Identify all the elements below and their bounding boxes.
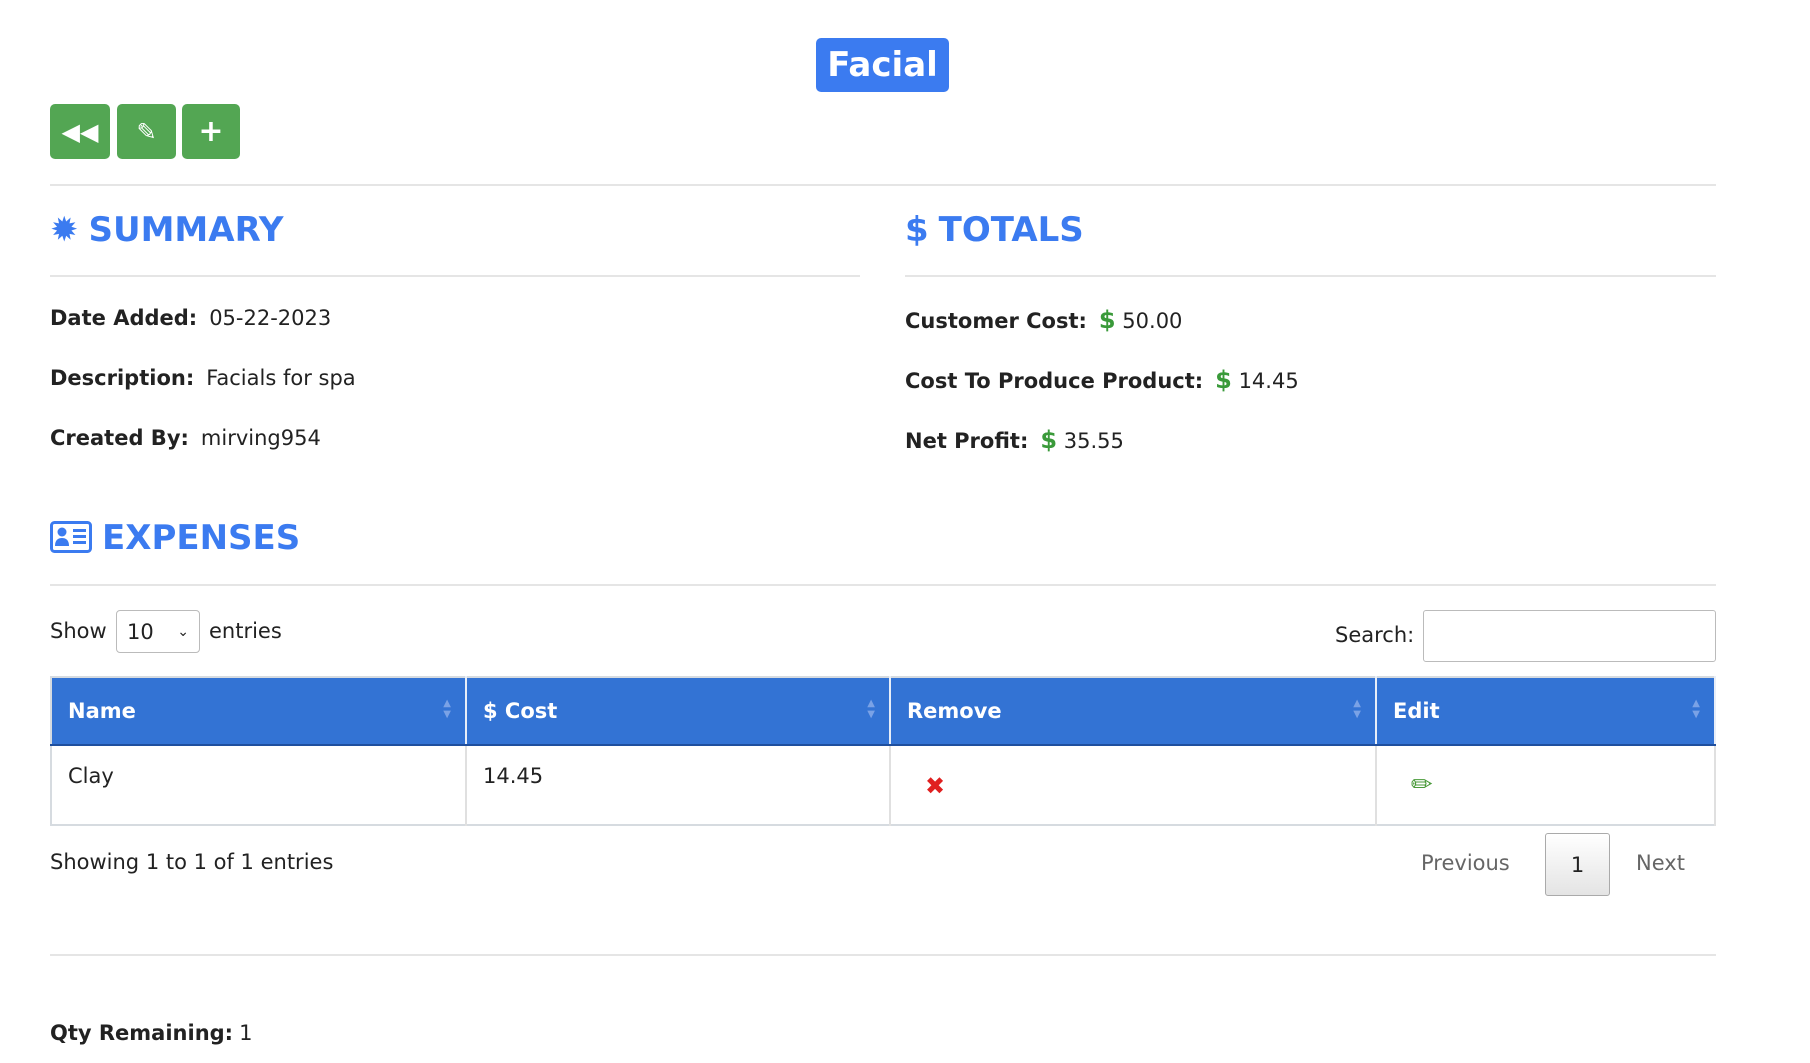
table-info: Showing 1 to 1 of 1 entries <box>50 850 334 874</box>
sort-icon: ▲ ▼ <box>1353 698 1361 720</box>
expenses-title: EXPENSES <box>102 518 301 558</box>
cell-name: Clay <box>51 745 467 825</box>
label: Date Added: <box>50 306 198 330</box>
next-button[interactable]: Next <box>1636 851 1685 875</box>
qty-remaining: Qty Remaining: 1 <box>50 1021 252 1045</box>
value: 14.45 <box>1238 369 1299 393</box>
header-label: $ Cost <box>483 699 558 723</box>
page-size-value: 10 <box>127 619 154 644</box>
remove-icon[interactable]: ✖ <box>925 772 945 800</box>
divider <box>50 184 1716 186</box>
table-row: Clay 14.45 ✖ ✏ <box>51 745 1716 825</box>
value: Facials for spa <box>206 366 356 390</box>
cell-cost: 14.45 <box>466 745 891 825</box>
value: 50.00 <box>1122 309 1183 333</box>
value: mirving954 <box>200 426 321 450</box>
label: Qty Remaining: <box>50 1021 234 1045</box>
add-button[interactable]: + <box>182 104 240 159</box>
label: Customer Cost: <box>905 309 1087 333</box>
id-card-icon <box>50 521 92 553</box>
summary-heading: ✹ SUMMARY <box>50 210 284 250</box>
label: Net Profit: <box>905 429 1029 453</box>
label: Description: <box>50 366 195 390</box>
dollar-icon: $ <box>905 210 929 250</box>
divider <box>50 584 1716 586</box>
page-title: Facial <box>816 38 949 92</box>
back-button[interactable]: ◀◀ <box>50 104 110 159</box>
page-1-button[interactable]: 1 <box>1545 833 1610 896</box>
created-by-row: Created By: mirving954 <box>50 426 321 450</box>
divider <box>50 954 1716 956</box>
expenses-table: Name ▲ ▼ $ Cost ▲ ▼ Remove ▲ ▼ Edit ▲ ▼ Clay 14.… <box>50 676 1716 826</box>
divider <box>50 275 860 277</box>
edit-button[interactable]: ✎ <box>117 104 176 159</box>
previous-button[interactable]: Previous <box>1421 851 1510 875</box>
pencil-icon[interactable]: ✏ <box>1411 770 1433 800</box>
sort-icon: ▲ ▼ <box>443 698 451 720</box>
totals-heading: $ TOTALS <box>905 210 1084 250</box>
search-label: Search: <box>1335 623 1415 647</box>
value: 1 <box>239 1021 253 1045</box>
entries-label: entries <box>209 619 282 643</box>
dollar-icon: $ <box>1215 366 1232 394</box>
pencil-icon: ✎ <box>136 117 157 146</box>
certificate-icon: ✹ <box>50 210 79 250</box>
dollar-icon: $ <box>1098 306 1116 334</box>
page-size-select[interactable]: 10 ⌄ <box>116 610 200 653</box>
divider <box>905 275 1716 277</box>
dollar-icon: $ <box>1040 426 1058 454</box>
header-label: Name <box>68 699 136 723</box>
sort-icon: ▲ ▼ <box>1692 698 1700 720</box>
expenses-heading: EXPENSES <box>50 518 300 558</box>
customer-cost-row: Customer Cost: $ 50.00 <box>905 306 1182 334</box>
value: 05-22-2023 <box>209 306 332 330</box>
cost-to-produce-row: Cost To Produce Product: $ 14.45 <box>905 366 1299 394</box>
value: 35.55 <box>1063 429 1124 453</box>
chevron-down-icon: ⌄ <box>177 623 189 640</box>
label: Cost To Produce Product: <box>905 369 1204 393</box>
summary-title: SUMMARY <box>88 210 284 250</box>
search-input[interactable] <box>1423 610 1716 662</box>
plus-icon: + <box>198 114 224 149</box>
cell-remove: ✖ <box>890 745 1377 825</box>
column-header-name[interactable]: Name ▲ ▼ <box>51 677 467 746</box>
show-label: Show <box>50 619 107 643</box>
net-profit-row: Net Profit: $ 35.55 <box>905 426 1124 454</box>
column-header-remove[interactable]: Remove ▲ ▼ <box>890 677 1377 746</box>
totals-title: TOTALS <box>938 210 1084 250</box>
label: Created By: <box>50 426 189 450</box>
header-label: Edit <box>1393 699 1440 723</box>
column-header-cost[interactable]: $ Cost ▲ ▼ <box>466 677 891 746</box>
sort-icon: ▲ ▼ <box>867 698 875 720</box>
date-added-row: Date Added: 05-22-2023 <box>50 306 331 330</box>
description-row: Description: Facials for spa <box>50 366 356 390</box>
header-label: Remove <box>907 699 1002 723</box>
cell-edit: ✏ <box>1376 745 1716 825</box>
backward-icon: ◀◀ <box>61 117 99 146</box>
column-header-edit[interactable]: Edit ▲ ▼ <box>1376 677 1716 746</box>
